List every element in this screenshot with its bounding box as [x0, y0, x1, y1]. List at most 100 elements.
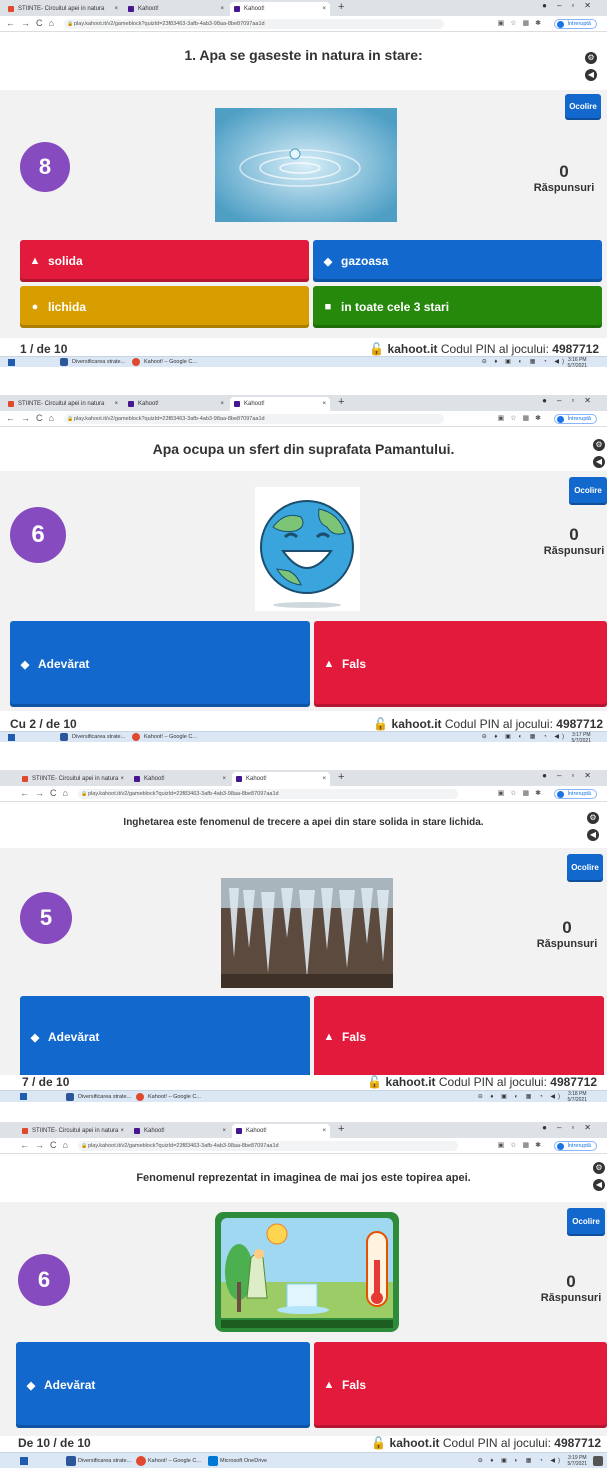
skip-button[interactable]: Ocolire [569, 477, 607, 505]
notification-icon[interactable] [593, 1456, 603, 1466]
url-input[interactable]: 🔒 play.kahoot.it/v2/gameblock?quizId=23f8… [78, 789, 458, 799]
tab-favicon-icon [22, 776, 28, 782]
skip-button[interactable]: Ocolire [567, 1208, 605, 1236]
answer-button[interactable]: ▲ Fals [314, 621, 607, 707]
browser-tab[interactable]: STIINTE- Circuitul apei in natura × [18, 772, 128, 786]
url-input[interactable]: 🔒 play.kahoot.it/v2/gameblock?quizId=23f8… [64, 414, 444, 424]
word-icon [66, 1093, 74, 1101]
answer-label: lichida [48, 300, 87, 314]
pin-value: 4987712 [550, 1075, 597, 1089]
tab-title: STIINTE- Circuitul apei in natura [18, 401, 105, 407]
browser-tab-active[interactable]: Kahoot! × [232, 1124, 330, 1138]
sound-icon[interactable]: ◀ [585, 69, 597, 81]
close-tab-icon[interactable]: × [322, 2, 326, 16]
taskbar-app-onedrive[interactable]: Microsoft OneDrive [206, 1454, 267, 1468]
kahoot-favicon-icon [128, 6, 134, 12]
skip-button[interactable]: Ocolire [565, 94, 601, 120]
sound-icon[interactable]: ◀ [593, 1179, 605, 1191]
close-tab-icon[interactable]: × [220, 2, 224, 16]
browser-tab[interactable]: Kahoot! × [124, 2, 228, 16]
extension-icons[interactable]: ▣☆▦✱ [498, 1141, 547, 1149]
windows-start-icon[interactable] [20, 1093, 27, 1100]
system-tray[interactable]: ⊖ ♦ ▣ ◐ ▦ ◔ ◀) [482, 733, 567, 740]
taskbar-app-word[interactable]: Diversificarea strate... [58, 357, 125, 367]
close-tab-icon[interactable]: × [120, 1124, 124, 1138]
settings-icon[interactable]: ⚙ [593, 439, 605, 451]
browser-tab[interactable]: Kahoot! × [130, 1124, 230, 1138]
close-tab-icon[interactable]: × [114, 2, 118, 16]
window-controls[interactable]: ●–▫✕ [542, 396, 601, 405]
browser-tab[interactable]: STIINTE- Circuitul apei in natura × [18, 1124, 128, 1138]
window-controls[interactable]: ●–▫✕ [542, 1, 601, 10]
settings-icon[interactable]: ⚙ [593, 1162, 605, 1174]
close-tab-icon[interactable]: × [220, 397, 224, 411]
window-controls[interactable]: ●–▫✕ [542, 771, 601, 780]
nav-buttons[interactable]: ←→C⌂ [20, 788, 74, 798]
nav-buttons[interactable]: ←→C⌂ [6, 413, 60, 423]
close-tab-icon[interactable]: × [120, 772, 124, 786]
new-tab-button[interactable]: + [338, 396, 344, 408]
close-tab-icon[interactable]: × [322, 1124, 326, 1138]
taskbar-app-chrome[interactable]: Kahoot! – Google C... [134, 1091, 201, 1102]
question-area: 6 Ocolire 0 Răspunsuri ◆ Adevărat ▲ Fals [0, 471, 607, 711]
profile-paused-button[interactable]: Întreruptă [554, 19, 597, 29]
answer-button[interactable]: ▲ solida [20, 240, 309, 282]
windows-start-icon[interactable] [20, 1457, 28, 1465]
answers-label: Răspunsuri [540, 1292, 602, 1304]
pin-value: 4987712 [554, 1436, 601, 1450]
answer-button[interactable]: ◆ Adevărat [10, 621, 310, 707]
extension-icons[interactable]: ▣☆▦✱ [498, 414, 547, 422]
browser-tab[interactable]: STIINTE- Circuitul apei in natura × [4, 397, 122, 411]
close-tab-icon[interactable]: × [222, 772, 226, 786]
taskbar-clock: 3:19 PM 5/7/2021 [568, 1455, 587, 1467]
answer-button[interactable]: ◆ Adevărat [16, 1342, 310, 1428]
new-tab-button[interactable]: + [338, 1, 344, 13]
taskbar-app-chrome[interactable]: Kahoot! – Google C... [134, 1454, 201, 1468]
profile-paused-button[interactable]: Întreruptă [554, 1141, 597, 1151]
answer-button[interactable]: ▲ Fals [314, 1342, 607, 1428]
answer-button[interactable]: ◆ Adevărat [20, 996, 310, 1078]
new-tab-button[interactable]: + [338, 1123, 344, 1135]
nav-buttons[interactable]: ←→C⌂ [6, 18, 60, 28]
taskbar-app-word[interactable]: Diversificarea strate... [64, 1091, 131, 1102]
profile-paused-button[interactable]: Întreruptă [554, 789, 597, 799]
windows-start-icon[interactable] [8, 734, 15, 741]
taskbar-app-word[interactable]: Diversificarea strate... [58, 732, 125, 742]
settings-icon[interactable]: ⚙ [585, 52, 597, 64]
browser-tab-bar: STIINTE- Circuitul apei in natura × Kahoo… [0, 0, 607, 16]
new-tab-button[interactable]: + [338, 771, 344, 783]
close-tab-icon[interactable]: × [114, 397, 118, 411]
profile-paused-button[interactable]: Întreruptă [554, 414, 597, 424]
browser-tab-active[interactable]: Kahoot! × [230, 397, 330, 411]
answer-button[interactable]: ◆ gazoasa [313, 240, 602, 282]
close-tab-icon[interactable]: × [322, 772, 326, 786]
browser-tab-active[interactable]: Kahoot! × [232, 772, 330, 786]
game-controls: ⚙ ◀ [593, 439, 607, 473]
answer-button[interactable]: ■ in toate cele 3 stari [313, 286, 602, 328]
browser-tab-active[interactable]: Kahoot! × [230, 2, 330, 16]
sound-icon[interactable]: ◀ [593, 456, 605, 468]
system-tray[interactable]: ⊖ ♦ ▣ ◐ ▦ ◔ ◀) [478, 1457, 563, 1464]
browser-tab[interactable]: Kahoot! × [124, 397, 228, 411]
taskbar-app-chrome[interactable]: Kahoot! – Google C... [130, 357, 197, 367]
windows-start-icon[interactable] [8, 359, 15, 366]
sound-icon[interactable]: ◀ [587, 829, 599, 841]
browser-tab[interactable]: Kahoot! × [130, 772, 230, 786]
extension-icons[interactable]: ▣☆▦✱ [498, 19, 547, 27]
taskbar-app-word[interactable]: Diversificarea strate... [64, 1454, 131, 1468]
url-input[interactable]: 🔒 play.kahoot.it/v2/gameblock?quizId=23f8… [78, 1141, 458, 1151]
system-tray[interactable]: ⊖ ♦ ▣ ◐ ▦ ◔ ◀) [478, 1093, 563, 1100]
settings-icon[interactable]: ⚙ [587, 812, 599, 824]
system-tray[interactable]: ⊖ ♦ ▣ ◐ ▦ ◔ ◀) [482, 358, 567, 365]
close-tab-icon[interactable]: × [322, 397, 326, 411]
answer-button[interactable]: ● lichida [20, 286, 309, 328]
extension-icons[interactable]: ▣☆▦✱ [498, 789, 547, 797]
browser-tab[interactable]: STIINTE- Circuitul apei in natura × [4, 2, 122, 16]
window-controls[interactable]: ●–▫✕ [542, 1123, 601, 1132]
answer-button[interactable]: ▲ Fals [314, 996, 604, 1078]
url-input[interactable]: 🔒 play.kahoot.it/v2/gameblock?quizId=23f8… [64, 19, 444, 29]
close-tab-icon[interactable]: × [222, 1124, 226, 1138]
skip-button[interactable]: Ocolire [567, 854, 603, 882]
taskbar-app-chrome[interactable]: Kahoot! – Google C... [130, 732, 197, 742]
nav-buttons[interactable]: ←→C⌂ [20, 1140, 74, 1150]
